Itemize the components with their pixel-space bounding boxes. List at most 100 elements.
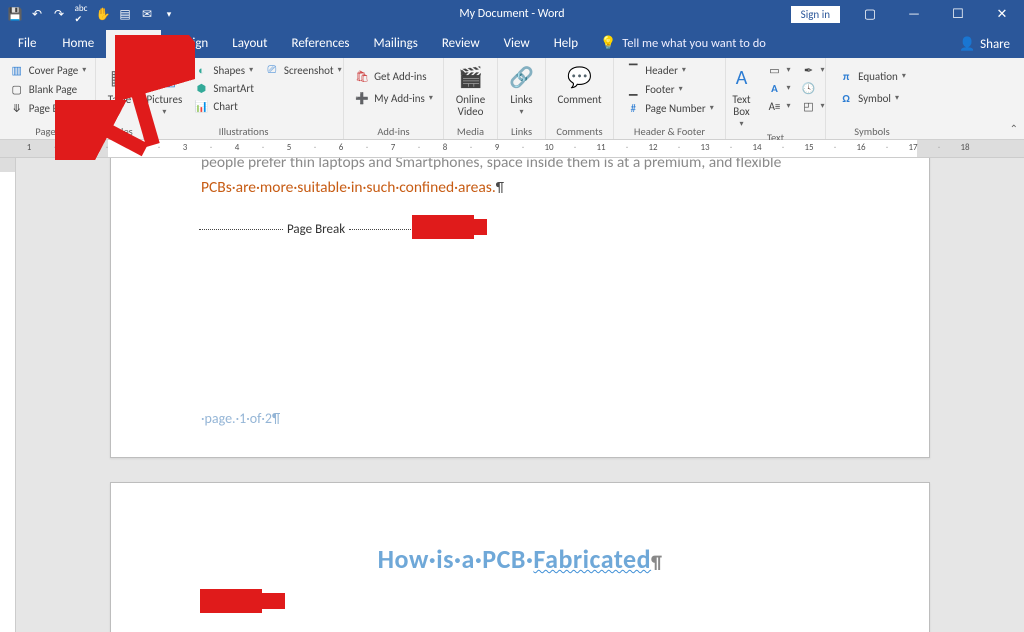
share-label: Share	[980, 37, 1010, 52]
title-bar: 💾 ↶ ↷ abc✔ ✋ ▤ ✉ ▾ My Document - Word Si…	[0, 0, 1024, 28]
link-icon: 🔗	[508, 64, 536, 92]
text-box-button[interactable]: A Text Box▾	[723, 62, 759, 129]
group-header-footer: ▔Header ▁Footer #Page Number Header & Fo…	[614, 58, 726, 139]
undo-icon[interactable]: ↶	[28, 5, 46, 23]
chart-button[interactable]: 📊Chart	[190, 98, 257, 114]
object-icon: ◰	[801, 99, 817, 113]
empty-paragraph[interactable]: ¶	[201, 597, 929, 616]
spelling-icon[interactable]: abc✔	[72, 5, 90, 23]
tab-review[interactable]: Review	[430, 30, 492, 58]
page-footer-text[interactable]: ·page.·1·of·2¶	[201, 410, 280, 427]
tab-home[interactable]: Home	[50, 30, 106, 58]
blank-page-button[interactable]: ▢Blank Page	[6, 81, 80, 97]
collapse-ribbon-icon[interactable]: ⌃	[1010, 122, 1018, 135]
group-addins: 🛍Get Add-ins ➕My Add-ins Add-ins	[344, 58, 444, 139]
group-label-links: Links	[511, 123, 532, 138]
pilcrow-icon: ¶	[651, 551, 662, 573]
group-label-illustrations: Illustrations	[219, 123, 269, 138]
screenshot-icon: ⎚	[264, 63, 280, 77]
body-paragraph[interactable]: people prefer thin laptops and Smartphon…	[111, 158, 929, 201]
tell-me-search[interactable]: 💡 Tell me what you want to do	[590, 30, 776, 58]
ribbon-display-options-icon[interactable]: ▢	[848, 0, 892, 28]
page-1[interactable]: people prefer thin laptops and Smartphon…	[110, 158, 930, 458]
equation-button[interactable]: πEquation	[835, 68, 909, 84]
mail-icon[interactable]: ✉	[138, 5, 156, 23]
touch-mode-icon[interactable]: ✋	[94, 5, 112, 23]
annotation-arrow-4	[200, 589, 290, 613]
close-icon[interactable]: ✕	[980, 0, 1024, 28]
share-icon: 👤	[959, 37, 975, 52]
tab-mailings[interactable]: Mailings	[362, 30, 430, 58]
page2-heading[interactable]: How·is·a·PCB·Fabricated¶	[111, 543, 929, 575]
group-media: 🎬 Online Video Media	[444, 58, 498, 139]
get-addins-button[interactable]: 🛍Get Add-ins	[351, 68, 429, 84]
textbox-icon: A	[727, 64, 755, 92]
my-addins-icon: ➕	[354, 91, 370, 105]
drop-cap-button[interactable]: A≡▾	[763, 98, 793, 114]
tab-references[interactable]: References	[280, 30, 362, 58]
comment-button[interactable]: 💬 Comment	[558, 62, 602, 106]
lightbulb-icon: 💡	[600, 36, 616, 51]
annotation-arrow-3	[412, 215, 492, 239]
body-line-2b: ·are·more·suitable·in·such·confined·area…	[232, 178, 496, 197]
wordart-icon: A	[766, 81, 782, 95]
cover-page-button[interactable]: ▥Cover Page	[6, 62, 90, 78]
screenshot-button[interactable]: ⎚Screenshot	[261, 62, 345, 78]
page-number-icon: #	[625, 101, 641, 115]
wordart-button[interactable]: A▾	[763, 80, 793, 96]
store-icon: 🛍	[354, 69, 370, 83]
video-icon: 🎬	[457, 64, 485, 92]
group-label-comments: Comments	[556, 123, 602, 138]
save-icon[interactable]: 💾	[6, 5, 24, 23]
header-button[interactable]: ▔Header	[622, 62, 689, 78]
links-button[interactable]: 🔗 Links▾	[500, 62, 544, 117]
date-time-button[interactable]: 🕓	[798, 80, 828, 96]
tab-view[interactable]: View	[492, 30, 542, 58]
object-button[interactable]: ◰▾	[798, 98, 828, 114]
symbol-button[interactable]: ΩSymbol	[835, 90, 902, 106]
date-time-icon: 🕓	[801, 81, 817, 95]
footer-icon: ▁	[625, 82, 641, 96]
quick-parts-icon: ▭	[766, 63, 782, 77]
tab-help[interactable]: Help	[542, 30, 590, 58]
page-break-marker[interactable]: Page Break ¶	[199, 221, 839, 238]
shapes-icon: ◐	[193, 63, 209, 77]
minimize-icon[interactable]: —	[892, 0, 936, 28]
group-links: 🔗 Links▾ Links	[498, 58, 546, 139]
comment-icon: 💬	[566, 64, 594, 92]
quick-parts-button[interactable]: ▭▾	[763, 62, 793, 78]
new-doc-icon[interactable]: ▤	[116, 5, 134, 23]
chart-icon: 📊	[193, 99, 209, 113]
maximize-icon[interactable]: ☐	[936, 0, 980, 28]
signature-icon: ✒	[801, 63, 817, 77]
quick-access-toolbar: 💾 ↶ ↷ abc✔ ✋ ▤ ✉ ▾	[0, 5, 178, 23]
group-label-addins: Add-ins	[377, 123, 409, 138]
shapes-button[interactable]: ◐Shapes	[190, 62, 257, 78]
page-number-button[interactable]: #Page Number	[622, 100, 717, 116]
blank-page-icon: ▢	[9, 82, 25, 96]
group-label-hf: Header & Footer	[634, 123, 705, 138]
redo-icon[interactable]: ↷	[50, 5, 68, 23]
header-icon: ▔	[625, 63, 641, 77]
online-video-button[interactable]: 🎬 Online Video	[449, 62, 493, 118]
page-break-icon: ⤋	[9, 101, 25, 115]
drop-cap-icon: A≡	[766, 99, 782, 113]
vertical-ruler[interactable]	[0, 158, 16, 632]
tab-file[interactable]: File	[4, 30, 50, 58]
tab-layout[interactable]: Layout	[220, 30, 279, 58]
share-button[interactable]: 👤 Share	[945, 31, 1024, 58]
group-label-media: Media	[457, 123, 484, 138]
heading-text: How·is·a·PCB·	[378, 543, 534, 575]
equation-icon: π	[838, 69, 854, 83]
signature-line-button[interactable]: ✒▾	[798, 62, 828, 78]
tell-me-label: Tell me what you want to do	[622, 36, 766, 51]
signin-button[interactable]: Sign in	[791, 6, 840, 23]
heading-underlined: Fabricated	[533, 543, 651, 575]
symbol-icon: Ω	[838, 91, 854, 105]
smartart-button[interactable]: ⬢SmartArt	[190, 80, 257, 96]
my-addins-button[interactable]: ➕My Add-ins	[351, 90, 436, 106]
group-symbols: πEquation ΩSymbol Symbols	[826, 58, 918, 139]
footer-button[interactable]: ▁Footer	[622, 81, 685, 97]
dotted-line-left	[199, 229, 283, 230]
customize-qat-icon[interactable]: ▾	[160, 5, 178, 23]
